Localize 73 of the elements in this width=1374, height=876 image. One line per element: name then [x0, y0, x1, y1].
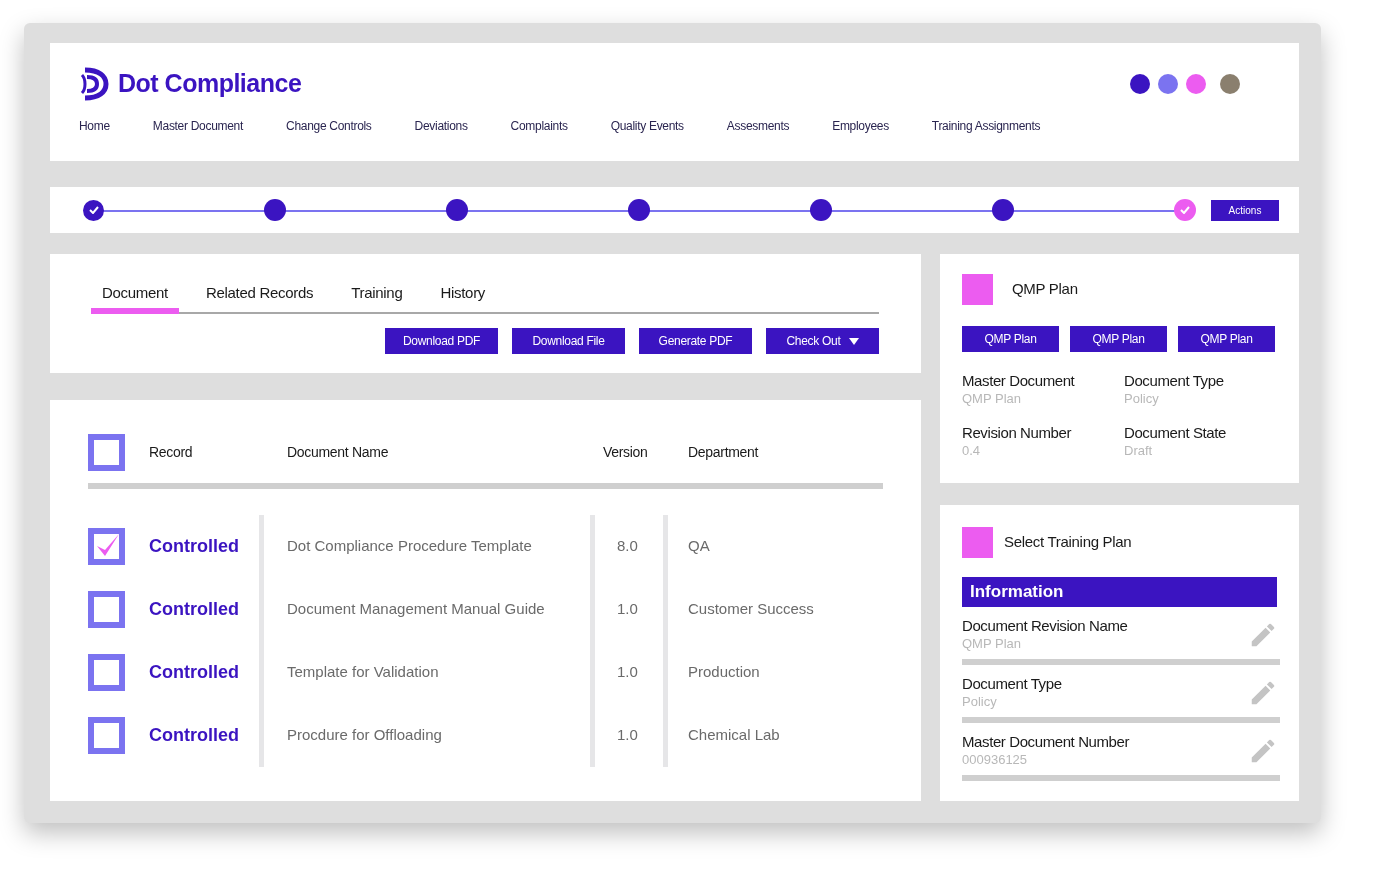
- field-label: Document Type: [962, 675, 1062, 693]
- nav-link[interactable]: Deviations: [414, 116, 468, 135]
- table-cell-text: Dot Compliance Procedure Template: [287, 536, 532, 557]
- field-value: QMP Plan: [962, 635, 1022, 653]
- nav-link[interactable]: Complaints: [510, 116, 568, 135]
- table-cell-text: QA: [688, 536, 710, 557]
- field-value: 000936125: [962, 751, 1029, 769]
- card-title: QMP Plan: [1012, 279, 1078, 300]
- select-all-checkbox[interactable]: [88, 434, 125, 471]
- table-cell-text: 1.0: [617, 662, 638, 683]
- nav-link[interactable]: Training Assignments: [931, 116, 1041, 135]
- table-cell-text: Template for Validation: [287, 662, 439, 683]
- table-cell-text: Document Management Manual Guide: [287, 599, 545, 620]
- step-done[interactable]: [83, 199, 104, 221]
- tab[interactable]: History: [429, 278, 497, 314]
- field-label: Document State: [1124, 424, 1227, 442]
- nav-link[interactable]: Change Controls: [286, 116, 372, 135]
- table-cell-text: 1.0: [617, 725, 638, 746]
- field-value: Policy: [962, 693, 998, 711]
- row-checkbox[interactable]: [88, 654, 125, 691]
- caret-icon: [848, 337, 859, 345]
- record-link[interactable]: Controlled: [149, 596, 239, 623]
- field-value: 0.4: [962, 442, 982, 460]
- column-header: Record: [149, 443, 194, 462]
- avatar[interactable]: [1220, 73, 1240, 94]
- card-title: Select Training Plan: [1004, 532, 1132, 553]
- column-header: Document Name: [286, 443, 390, 462]
- field-label: Document Revision Name: [962, 617, 1128, 635]
- tab[interactable]: Training: [340, 278, 414, 314]
- field-label: Document Type: [1124, 372, 1225, 390]
- column-header: Version: [602, 443, 649, 462]
- plan-button[interactable]: QMP Plan: [1070, 326, 1167, 352]
- action-button[interactable]: Download PDF: [385, 328, 498, 354]
- record-link[interactable]: Controlled: [149, 659, 239, 686]
- square-icon: [962, 527, 993, 558]
- action-button[interactable]: Generate PDF: [639, 328, 752, 354]
- step-final[interactable]: [1174, 199, 1196, 221]
- nav-link[interactable]: Assesments: [726, 116, 790, 135]
- section-header: Information: [962, 577, 1277, 607]
- table-cell-text: 1.0: [617, 599, 638, 620]
- plan-button[interactable]: QMP Plan: [1178, 326, 1275, 352]
- field-value: QMP Plan: [962, 390, 1022, 408]
- table-cell-text: Production: [688, 662, 760, 683]
- actions-button[interactable]: Actions: [1211, 199, 1279, 221]
- nav-link[interactable]: Master Document: [152, 116, 243, 135]
- field-label: Master Document Number: [962, 733, 1130, 751]
- field-value: Draft: [1124, 442, 1154, 460]
- check-icon: [88, 206, 99, 214]
- field-label: Revision Number: [962, 424, 1073, 442]
- row-checkbox[interactable]: [88, 528, 125, 565]
- column-header: Department: [687, 443, 760, 462]
- table-cell-text: Procdure for Offloading: [287, 725, 442, 746]
- field-value: Policy: [1124, 390, 1160, 408]
- tab[interactable]: Document: [91, 278, 179, 314]
- nav-link[interactable]: Home: [79, 116, 110, 135]
- nav-link[interactable]: Quality Events: [610, 116, 684, 135]
- check-icon: [1180, 206, 1190, 214]
- record-link[interactable]: Controlled: [149, 722, 239, 749]
- tab[interactable]: Related Records: [194, 278, 325, 314]
- field-label: Master Document: [962, 372, 1076, 390]
- brand-name: Dot Compliance: [118, 68, 302, 99]
- row-checkbox[interactable]: [88, 591, 125, 628]
- plan-button[interactable]: QMP Plan: [962, 326, 1059, 352]
- dropdown-button[interactable]: Check Out: [766, 328, 879, 354]
- action-button[interactable]: Download File: [512, 328, 625, 354]
- nav-link[interactable]: Employees: [832, 116, 889, 135]
- table-cell-text: 8.0: [617, 536, 638, 557]
- table-cell-text: Customer Success: [688, 599, 814, 620]
- square-icon: [962, 274, 993, 305]
- table-cell-text: Chemical Lab: [688, 725, 780, 746]
- logo-icon: [79, 66, 109, 101]
- row-checkbox[interactable]: [88, 717, 125, 754]
- record-link[interactable]: Controlled: [149, 533, 239, 560]
